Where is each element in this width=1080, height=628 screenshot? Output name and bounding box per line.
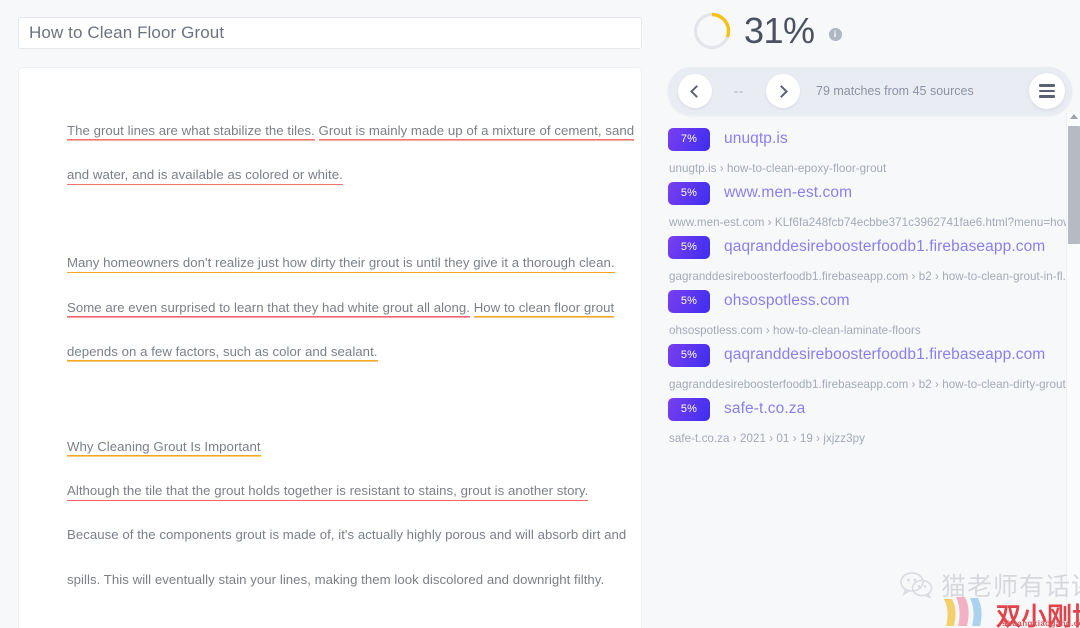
match-navigation-bar: -- 79 matches from 45 sources <box>668 67 1072 115</box>
document-line: Although the tile that the grout holds t… <box>67 483 613 502</box>
prev-match-button[interactable] <box>678 74 712 108</box>
document-line: Because of the components grout is made … <box>67 528 626 541</box>
source-url: ohsospotless.com › how-to-clean-laminate… <box>669 324 921 337</box>
match-highlight-segment[interactable]: How to clean floor grout <box>473 299 615 318</box>
source-url: safe-t.co.za › 2021 › 01 › 19 › jxjzz3py <box>669 432 865 445</box>
source-percent-badge[interactable]: 5% <box>668 343 710 367</box>
source-item[interactable]: 5% www.men-est.com www.men-est.com › KLf6f… <box>668 181 1080 229</box>
text-segment: Because of the components grout is made … <box>67 527 627 543</box>
source-percent-badge[interactable]: 7% <box>668 127 710 151</box>
document-line: Why Cleaning Grout Is Important <box>67 439 613 458</box>
match-highlight-segment[interactable]: The grout lines are what stabilize the t… <box>67 123 315 141</box>
source-url: gagranddesireboosterfoodb1.firebaseapp.c… <box>669 378 1076 391</box>
source-domain-link[interactable]: ohsospotless.com <box>724 292 850 310</box>
matches-summary: 79 matches from 45 sources <box>816 84 974 98</box>
source-header: 7% unuqtp.is <box>668 127 1080 151</box>
source-item[interactable]: 5% qaqranddesireboosterfoodb1.firebaseapp… <box>668 343 1080 391</box>
match-highlight-segment[interactable]: Why Cleaning Grout Is Important <box>67 439 261 458</box>
source-header: 5% www.men-est.com <box>668 181 1080 205</box>
similarity-score-row: 31% i <box>660 0 1080 62</box>
document-line: depends on a few factors, such as color … <box>67 343 613 362</box>
match-counter: -- <box>734 84 744 98</box>
source-domain-link[interactable]: qaqranddesireboosterfoodb1.firebaseapp.c… <box>724 346 1045 364</box>
source-url: unugtp.is › how-to-clean-epoxy-floor-gro… <box>669 162 887 175</box>
scroll-up-arrow-icon[interactable] <box>1070 114 1078 119</box>
hamburger-line <box>1039 89 1055 93</box>
source-percent-badge[interactable]: 5% <box>668 235 710 259</box>
source-header: 5% qaqranddesireboosterfoodb1.firebaseapp… <box>668 235 1080 259</box>
source-header: 5% ohsospotless.com <box>668 289 1080 313</box>
hamburger-menu-button[interactable] <box>1029 73 1065 109</box>
source-percent-badge[interactable]: 5% <box>668 289 710 313</box>
text-segment <box>315 123 319 141</box>
document-lines: The grout lines are what stabilize the t… <box>67 123 635 586</box>
next-match-button[interactable] <box>766 74 800 108</box>
chevron-left-icon <box>690 84 703 98</box>
source-item[interactable]: 5% safe-t.co.za safe-t.co.za › 2021 › 01 ›… <box>668 397 1080 445</box>
source-percent-badge[interactable]: 5% <box>668 397 710 421</box>
match-highlight-segment[interactable]: Although the tile that the grout holds t… <box>67 483 589 502</box>
similarity-percent: 31% <box>744 10 815 51</box>
source-header: 5% qaqranddesireboosterfoodb1.firebaseapp… <box>668 343 1080 367</box>
source-item[interactable]: 5% ohsospotless.com ohsospotless.com › how… <box>668 289 1080 337</box>
document-title-input[interactable]: How to Clean Floor Grout <box>18 17 642 49</box>
chevron-right-icon <box>775 84 788 98</box>
editor-pane: How to Clean Floor Grout The grout lines… <box>0 0 660 628</box>
scrollbar-thumb[interactable] <box>1068 126 1080 244</box>
source-domain-link[interactable]: safe-t.co.za <box>724 400 805 418</box>
hamburger-line <box>1039 84 1055 87</box>
match-highlight-segment[interactable]: depends on a few factors, such as color … <box>67 343 378 362</box>
match-highlight-segment[interactable]: Some are even surprised to learn that th… <box>67 299 470 318</box>
document-line: spills. This will eventually stain your … <box>67 573 613 586</box>
source-domain-link[interactable]: www.men-est.com <box>724 184 852 202</box>
info-icon[interactable]: i <box>828 27 842 41</box>
match-highlight-segment[interactable]: Grout is mainly made up of a mixture of … <box>318 123 635 141</box>
source-item[interactable]: 7% unuqtp.is unugtp.is › how-to-clean-epox… <box>668 127 1080 175</box>
match-highlight-segment[interactable]: and water, and is available as colored o… <box>67 167 343 186</box>
source-url: gagranddesireboosterfoodb1.firebaseapp.c… <box>669 270 1073 283</box>
document-title-value: How to Clean Floor Grout <box>29 23 225 42</box>
match-highlight-segment[interactable]: Many homeowners don't realize just how d… <box>67 255 615 274</box>
sources-list: 7% unuqtp.is unugtp.is › how-to-clean-epox… <box>660 127 1080 628</box>
source-url: www.men-est.com › KLf6fa248fcb74ecbbe371… <box>669 216 1080 229</box>
source-domain-link[interactable]: qaqranddesireboosterfoodb1.firebaseapp.c… <box>724 238 1045 256</box>
document-line: Many homeowners don't realize just how d… <box>67 255 615 274</box>
hamburger-line <box>1039 95 1055 98</box>
document-line: Some are even surprised to learn that th… <box>67 299 615 318</box>
text-segment: spills. This will eventually stain your … <box>67 571 605 587</box>
sources-scrollbar[interactable] <box>1066 112 1080 628</box>
source-percent-badge[interactable]: 5% <box>668 181 710 205</box>
document-line: The grout lines are what stabilize the t… <box>67 123 635 141</box>
document-body[interactable]: The grout lines are what stabilize the t… <box>18 67 642 628</box>
plagiarism-checker-app: How to Clean Floor Grout The grout lines… <box>0 0 1080 628</box>
sources-pane: 31% i -- 79 matches from 45 sources 7% un… <box>660 0 1080 628</box>
source-item[interactable]: 5% qaqranddesireboosterfoodb1.firebaseapp… <box>668 235 1080 283</box>
similarity-ring-icon <box>692 11 732 51</box>
document-line: and water, and is available as colored o… <box>67 167 613 186</box>
source-header: 5% safe-t.co.za <box>668 397 1080 421</box>
source-domain-link[interactable]: unuqtp.is <box>724 130 788 148</box>
